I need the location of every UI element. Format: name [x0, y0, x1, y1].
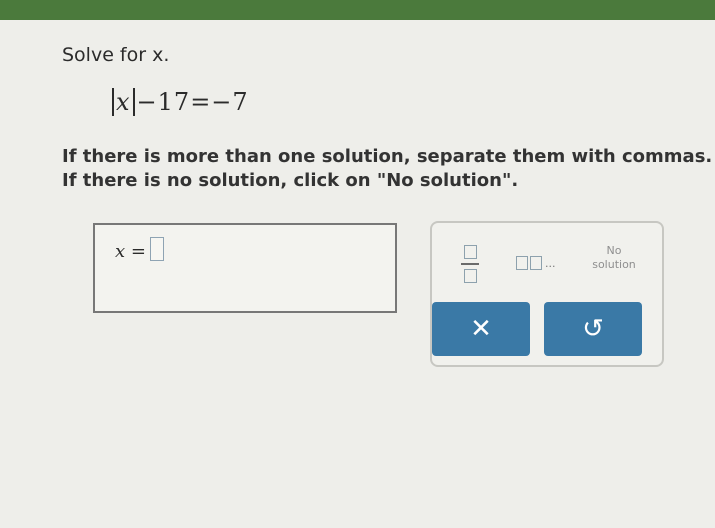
- fraction-button[interactable]: [456, 241, 484, 287]
- list-box-2: [530, 256, 542, 270]
- instruction-multiple: If there is more than one solution, sepa…: [62, 146, 713, 167]
- numerator-box: [463, 245, 477, 259]
- denominator-box: [463, 269, 477, 283]
- top-bar: [0, 0, 715, 20]
- no-solution-label-1: No: [606, 244, 622, 257]
- answer-label: x =: [115, 241, 146, 262]
- answer-input[interactable]: [150, 237, 164, 261]
- equation-variable: x: [116, 88, 131, 116]
- fraction-icon: [461, 245, 479, 283]
- instruction-no-solution: If there is no solution, click on "No so…: [62, 170, 519, 191]
- no-solution-label-2: solution: [592, 258, 636, 271]
- close-icon: ✕: [470, 314, 492, 344]
- abs-bar-right: [132, 88, 135, 116]
- question-prompt: Solve for x.: [62, 44, 170, 66]
- list-icon: ...: [516, 256, 556, 270]
- list-dots: ...: [545, 256, 556, 270]
- list-box-1: [516, 256, 528, 270]
- undo-button[interactable]: ↺: [544, 302, 642, 356]
- keypad: ... No solution ✕ ↺: [430, 221, 664, 367]
- answer-box[interactable]: x =: [93, 223, 397, 313]
- fraction-bar: [461, 263, 479, 265]
- undo-icon: ↺: [582, 314, 604, 344]
- equation-rest: −17=−7: [136, 88, 249, 116]
- abs-bar-left: [112, 88, 114, 116]
- list-button[interactable]: ...: [516, 253, 556, 273]
- no-solution-button[interactable]: No solution: [584, 237, 644, 279]
- clear-button[interactable]: ✕: [432, 302, 530, 356]
- equation: x −17=−7: [110, 88, 249, 116]
